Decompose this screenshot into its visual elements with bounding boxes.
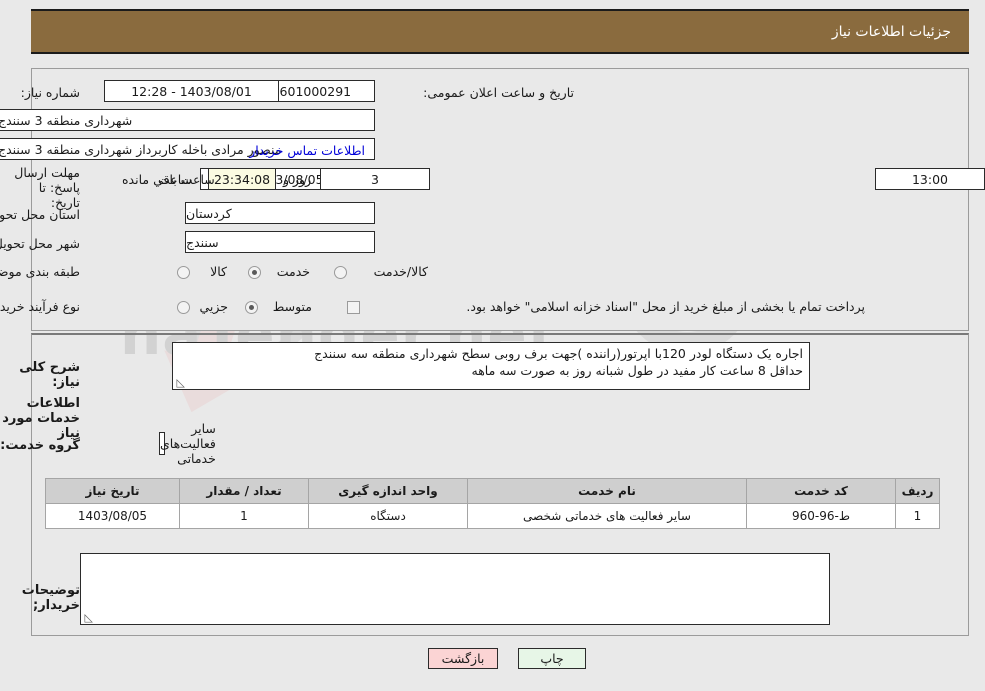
services-table: ردیف کد خدمت نام خدمت واحد اندازه گیری ت…	[45, 478, 940, 529]
deadline-label: مهلت ارسال پاسخ: تا تاریخ:	[14, 165, 80, 210]
buyer-comments-label: توضیحات خریدار;	[21, 583, 80, 613]
cell-name: سایر فعالیت های خدماتی شخصی	[467, 503, 747, 529]
deadline-days-label: روز و	[283, 172, 312, 187]
print-button[interactable]: چاپ	[518, 648, 586, 669]
deadline-days-value: 3	[320, 168, 430, 190]
service-group-value: سایر فعالیت‌های خدماتی	[159, 421, 216, 466]
radio-category-kala-khedmat-label: کالا/خدمت	[373, 264, 428, 279]
deadline-remaining-value: 23:34:08	[208, 168, 276, 190]
province-value: کردستان	[185, 202, 375, 224]
radio-process-jozi-label: جزیي	[199, 299, 228, 314]
radio-category-kala-khedmat[interactable]	[334, 266, 347, 279]
buyer-comments-textarea[interactable]: ◺	[80, 553, 830, 625]
radio-process-motavasset-label: متوسط	[272, 299, 312, 314]
col-radif: ردیف	[895, 478, 940, 504]
city-label: شهر محل تحویل:	[0, 236, 80, 251]
province-label: استان محل تحویل:	[0, 207, 80, 222]
public-announcement-label: تاریخ و ساعت اعلان عمومی:	[423, 85, 574, 100]
resize-grip-icon-2[interactable]: ◺	[83, 612, 93, 623]
radio-category-khedmat-label: خدمت	[276, 264, 310, 279]
deadline-time-value: 13:00	[875, 168, 985, 190]
treasury-note-label: پرداخت تمام یا بخشی از مبلغ خرید از محل …	[466, 299, 865, 314]
radio-category-khedmat[interactable]	[248, 266, 261, 279]
back-button[interactable]: بازگشت	[428, 648, 498, 669]
radio-process-motavasset[interactable]	[245, 301, 258, 314]
need-number-label: شماره نیاز:	[20, 85, 80, 100]
page-header-bar: جزئیات اطلاعات نیاز	[31, 9, 969, 54]
cell-qty: 1	[179, 503, 309, 529]
radio-category-kala-label: کالا	[210, 264, 227, 279]
col-code: کد خدمت	[746, 478, 896, 504]
cell-code: ط-96-960	[746, 503, 896, 529]
deadline-remaining-label: ساعت باقي مانده	[122, 172, 215, 187]
process-type-label: نوع فرآیند خرید :	[0, 299, 80, 314]
col-date: تاریخ نیاز	[45, 478, 180, 504]
description-line-1: اجاره یک دستگاه لودر 120با اپرتور(راننده…	[314, 346, 803, 361]
table-row: 1 ط-96-960 سایر فعالیت های خدماتی شخصی د…	[45, 503, 940, 529]
service-group-label: گروه خدمت:	[0, 438, 80, 453]
col-name: نام خدمت	[467, 478, 747, 504]
buyer-org-value: شهرداری منطقه 3 سنندج	[0, 109, 375, 131]
need-info-panel	[31, 68, 969, 331]
radio-process-jozi[interactable]	[177, 301, 190, 314]
checkbox-treasury-docs[interactable]	[347, 301, 360, 314]
cell-date: 1403/08/05	[45, 503, 180, 529]
description-line-2: حداقل 8 ساعت کار مفید در طول شبانه روز ب…	[471, 363, 803, 378]
cell-unit: دستگاه	[308, 503, 468, 529]
resize-grip-icon[interactable]: ◺	[175, 377, 185, 388]
services-section-heading: اطلاعات خدمات مورد نیاز	[2, 396, 80, 441]
category-label: طبقه بندی موضوعی:	[0, 264, 80, 279]
col-qty: تعداد / مقدار	[179, 478, 309, 504]
page-root: ✓ naTender.net جزئیات اطلاعات نیاز شماره…	[0, 0, 985, 691]
buyer-contact-link[interactable]: اطلاعات تماس خریدار	[249, 143, 365, 158]
table-header-row: ردیف کد خدمت نام خدمت واحد اندازه گیری ت…	[45, 478, 940, 504]
page-title: جزئیات اطلاعات نیاز	[831, 23, 951, 40]
description-label: شرح کلی نیاز:	[19, 360, 80, 390]
public-announcement-value: 1403/08/01 - 12:28	[104, 80, 279, 102]
description-textarea[interactable]: اجاره یک دستگاه لودر 120با اپرتور(راننده…	[172, 342, 810, 390]
city-value: سنندج	[185, 231, 375, 253]
col-unit: واحد اندازه گیری	[308, 478, 468, 504]
radio-category-kala[interactable]	[177, 266, 190, 279]
cell-radif: 1	[895, 503, 940, 529]
